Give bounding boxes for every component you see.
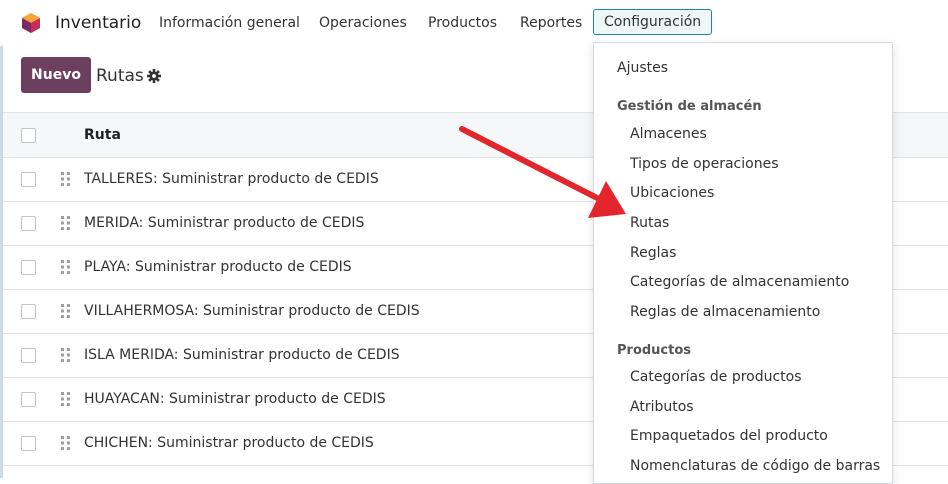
select-all-checkbox[interactable] <box>21 128 36 143</box>
new-button[interactable]: Nuevo <box>21 57 91 93</box>
menu-section-productos: Productos <box>617 343 692 358</box>
drag-handle-icon[interactable] <box>61 304 70 318</box>
route-name[interactable]: TALLERES: Suministrar producto de CEDIS <box>84 171 379 187</box>
drag-handle-icon[interactable] <box>61 216 70 230</box>
menu-section-gestion-almacen: Gestión de almacén <box>617 99 762 114</box>
menu-item-categorias-almacenamiento[interactable]: Categorías de almacenamiento <box>630 274 849 290</box>
route-name[interactable]: MERIDA: Suministrar producto de CEDIS <box>84 215 364 231</box>
drag-handle-icon[interactable] <box>61 260 70 274</box>
route-name[interactable]: ISLA MERIDA: Suministrar producto de CED… <box>84 347 400 363</box>
row-checkbox[interactable] <box>21 216 36 231</box>
page-title: Rutas <box>96 66 144 86</box>
menu-item-rutas[interactable]: Rutas <box>630 215 669 231</box>
menu-item-nomenclaturas[interactable]: Nomenclaturas de código de barras <box>630 458 880 474</box>
menu-item-reglas[interactable]: Reglas <box>630 245 676 261</box>
menu-item-almacenes[interactable]: Almacenes <box>630 126 707 142</box>
menu-item-ajustes[interactable]: Ajustes <box>617 60 668 76</box>
drag-handle-icon[interactable] <box>61 436 70 450</box>
nav-operaciones[interactable]: Operaciones <box>319 15 407 31</box>
gear-icon[interactable] <box>147 69 161 83</box>
drag-handle-icon[interactable] <box>61 172 70 186</box>
menu-item-tipos-operaciones[interactable]: Tipos de operaciones <box>630 156 779 172</box>
nav-reportes[interactable]: Reportes <box>520 15 582 31</box>
menu-item-atributos[interactable]: Atributos <box>630 399 694 415</box>
top-navbar: Inventario Información general Operacion… <box>0 0 948 46</box>
column-header-ruta[interactable]: Ruta <box>84 127 121 143</box>
drag-handle-icon[interactable] <box>61 348 70 362</box>
menu-item-categorias-productos[interactable]: Categorías de productos <box>630 369 802 385</box>
row-checkbox[interactable] <box>21 260 36 275</box>
route-name[interactable]: PLAYA: Suministrar producto de CEDIS <box>84 259 352 275</box>
row-checkbox[interactable] <box>21 304 36 319</box>
row-checkbox[interactable] <box>21 436 36 451</box>
menu-item-empaquetados[interactable]: Empaquetados del producto <box>630 428 828 444</box>
menu-item-reglas-almacenamiento[interactable]: Reglas de almacenamiento <box>630 304 820 320</box>
route-name[interactable]: HUAYACAN: Suministrar producto de CEDIS <box>84 391 386 407</box>
row-checkbox[interactable] <box>21 348 36 363</box>
route-name[interactable]: CHICHEN: Suministrar producto de CEDIS <box>84 435 374 451</box>
menu-item-ubicaciones[interactable]: Ubicaciones <box>630 185 714 201</box>
inventory-app-icon[interactable] <box>20 12 42 34</box>
drag-handle-icon[interactable] <box>61 392 70 406</box>
row-checkbox[interactable] <box>21 392 36 407</box>
row-checkbox[interactable] <box>21 172 36 187</box>
route-name[interactable]: VILLAHERMOSA: Suministrar producto de CE… <box>84 303 420 319</box>
nav-informacion-general[interactable]: Información general <box>159 15 300 31</box>
nav-productos[interactable]: Productos <box>428 15 497 31</box>
app-brand[interactable]: Inventario <box>55 13 141 33</box>
configuracion-dropdown: Ajustes Gestión de almacén Almacenes Tip… <box>593 42 893 484</box>
nav-configuracion[interactable]: Configuración <box>593 9 713 35</box>
